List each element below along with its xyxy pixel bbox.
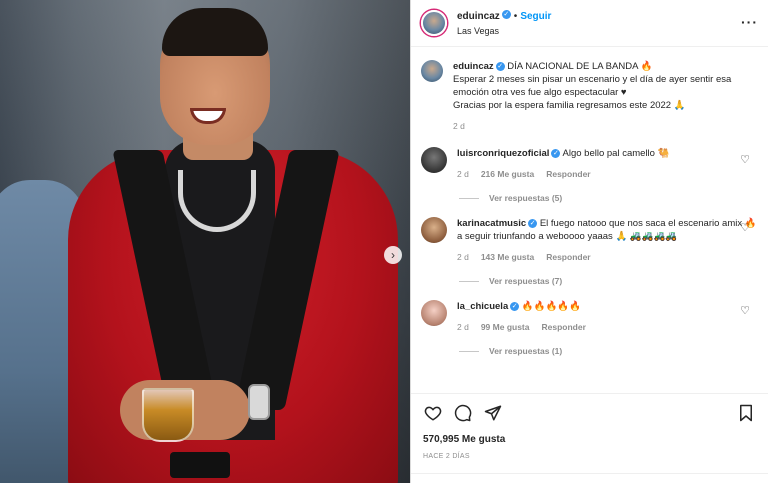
verified-badge-icon: ✓	[510, 301, 520, 311]
post-header: eduincaz ✓ • Seguir Las Vegas ···	[411, 0, 768, 47]
next-image-button[interactable]: ›	[384, 246, 402, 264]
comment-body: luisrconriquezoficial ✓ Algo bello pal ca…	[457, 147, 758, 181]
author-username[interactable]: eduincaz	[457, 11, 500, 22]
chevron-right-icon: ›	[391, 248, 395, 262]
comment-text: Algo bello pal camello 🐫	[562, 148, 670, 159]
separator-dot: •	[513, 11, 518, 22]
caption-username[interactable]: eduincaz	[453, 61, 494, 72]
verified-badge-icon: ✓	[501, 10, 511, 20]
comment-likes[interactable]: 99 Me gusta	[481, 321, 530, 334]
caption-author-avatar[interactable]	[421, 60, 443, 82]
view-replies-button[interactable]: Ver respuestas (7)	[459, 276, 758, 286]
comment-time[interactable]: 2 d	[457, 321, 469, 334]
caption-text-2: Gracias por la espera familia regresamos…	[453, 100, 686, 111]
add-comment-area[interactable]	[411, 473, 768, 483]
post-location[interactable]: Las Vegas	[457, 24, 551, 38]
comment-time[interactable]: 2 d	[457, 168, 469, 181]
author-avatar[interactable]	[421, 10, 447, 36]
verified-badge-icon: ✓	[551, 148, 561, 158]
author-info: eduincaz ✓ • Seguir Las Vegas	[457, 8, 551, 38]
comment-username[interactable]: luisrconriquezoficial	[457, 148, 549, 159]
heart-icon[interactable]: ♡	[740, 153, 750, 166]
like-count[interactable]: 570,995 Me gusta	[423, 434, 756, 445]
post-actions: 570,995 Me gusta HACE 2 DÍAS	[411, 393, 768, 483]
like-heart-icon[interactable]	[423, 403, 443, 423]
post-side-panel: eduincaz ✓ • Seguir Las Vegas ··· eduincaz ✓…	[410, 0, 768, 483]
more-options-icon[interactable]: ···	[741, 14, 758, 30]
posted-time: HACE 2 DÍAS	[423, 453, 470, 460]
caption-text: Esperar 2 meses sin pisar un escenario y…	[453, 74, 732, 98]
verified-badge-icon: ✓	[495, 61, 505, 71]
belt-buckle	[170, 452, 230, 478]
verified-badge-icon: ✓	[528, 218, 538, 228]
commenter-avatar[interactable]	[421, 300, 447, 326]
comment-meta: 2 d 143 Me gusta Responder	[457, 251, 758, 264]
comment-username[interactable]: la_chicuela	[457, 301, 508, 312]
view-replies-button[interactable]: Ver respuestas (1)	[459, 346, 758, 356]
comment-likes[interactable]: 143 Me gusta	[481, 251, 534, 264]
comment-likes[interactable]: 216 Me gusta	[481, 168, 534, 181]
caption-title: DÍA NACIONAL DE LA BANDA 🔥	[507, 61, 653, 72]
reply-button[interactable]: Responder	[541, 321, 585, 334]
reply-button[interactable]: Responder	[546, 251, 590, 264]
comment-meta: 2 d 216 Me gusta Responder	[457, 168, 758, 181]
bookmark-icon[interactable]	[736, 403, 756, 423]
wristwatch	[248, 384, 270, 420]
caption-meta: 2 d	[453, 120, 758, 133]
comment-username[interactable]: karinacatmusic	[457, 218, 526, 229]
heart-icon[interactable]: ♡	[740, 221, 750, 234]
comment-item: luisrconriquezoficial ✓ Algo bello pal ca…	[421, 147, 758, 181]
reply-button[interactable]: Responder	[546, 168, 590, 181]
comment-body: la_chicuela ✓ 🔥🔥🔥🔥🔥 2 d 99 Me gusta Respo…	[457, 300, 758, 334]
drink-glass	[142, 388, 194, 442]
caption-body: eduincaz ✓ DÍA NACIONAL DE LA BANDA 🔥 Esp…	[453, 60, 758, 133]
view-replies-button[interactable]: Ver respuestas (5)	[459, 193, 758, 203]
follow-button[interactable]: Seguir	[520, 11, 551, 22]
comment-time[interactable]: 2 d	[457, 251, 469, 264]
comment-bubble-icon[interactable]	[453, 403, 473, 423]
comment-meta: 2 d 99 Me gusta Responder	[457, 321, 758, 334]
comment-body: karinacatmusic ✓ El fuego natooo que nos …	[457, 217, 758, 264]
comment-text: 🔥🔥🔥🔥🔥	[521, 301, 582, 312]
caption-item: eduincaz ✓ DÍA NACIONAL DE LA BANDA 🔥 Esp…	[421, 60, 758, 133]
comments-list[interactable]: eduincaz ✓ DÍA NACIONAL DE LA BANDA 🔥 Esp…	[411, 48, 768, 393]
heart-icon[interactable]: ♡	[740, 304, 750, 317]
share-send-icon[interactable]	[483, 403, 503, 423]
instagram-post-window: › eduincaz ✓ • Seguir Las Vegas ··· eduinca…	[0, 0, 768, 483]
comment-item: karinacatmusic ✓ El fuego natooo que nos …	[421, 217, 758, 264]
comment-item: la_chicuela ✓ 🔥🔥🔥🔥🔥 2 d 99 Me gusta Respo…	[421, 300, 758, 334]
commenter-avatar[interactable]	[421, 147, 447, 173]
post-photo[interactable]: ›	[0, 0, 410, 483]
commenter-avatar[interactable]	[421, 217, 447, 243]
action-bar	[423, 402, 756, 424]
caption-time[interactable]: 2 d	[453, 120, 465, 133]
